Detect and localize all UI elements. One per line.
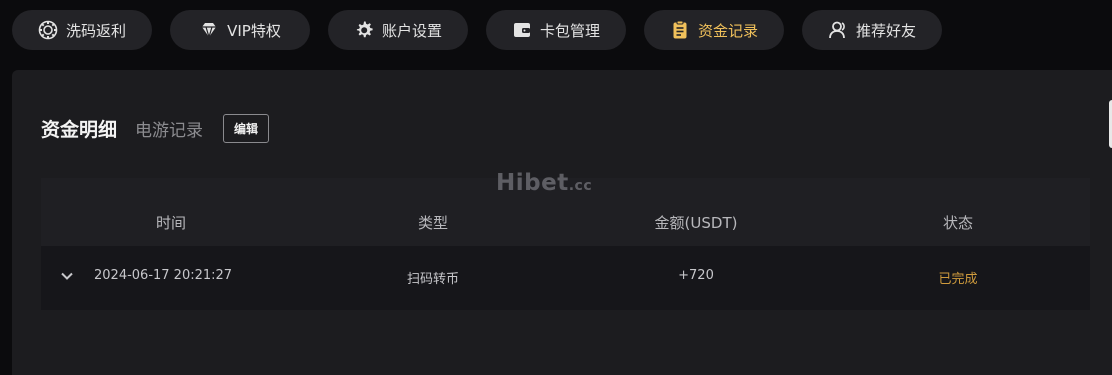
table-row[interactable]: 2024-06-17 20:21:27 扫码转币 +720 已完成 (41, 246, 1090, 310)
column-header-time: 时间 (155, 214, 187, 232)
watermark-logo: Hibet.cc (496, 170, 593, 196)
tab-label: 资金记录 (697, 21, 758, 40)
cell-amount: +720 (678, 268, 714, 283)
tab-rebate[interactable]: 洗码返利 (12, 10, 152, 50)
diamond-icon (199, 20, 219, 40)
status-badge: 已完成 (938, 272, 978, 287)
tab-fund-records[interactable]: 资金记录 (644, 10, 784, 50)
tab-label: 推荐好友 (855, 21, 916, 40)
edit-button[interactable]: 编辑 (223, 114, 270, 143)
cell-time: 2024-06-17 20:21:27 (94, 268, 233, 283)
tab-label: 卡包管理 (539, 21, 600, 40)
chip-icon (38, 20, 58, 40)
cell-type: 扫码转币 (406, 272, 460, 287)
tab-label: 账户设置 (381, 21, 442, 40)
tab-card-management[interactable]: 卡包管理 (486, 10, 626, 50)
wallet-icon (512, 20, 532, 40)
tab-label: 洗码返利 (65, 21, 126, 40)
clipboard-icon (670, 20, 690, 40)
tab-refer-friends[interactable]: 推荐好友 (802, 10, 942, 50)
top-tabs: 洗码返利 VIP特权 账户设置 卡包管理 资金记录 推荐好友 (12, 10, 942, 50)
tab-vip[interactable]: VIP特权 (170, 10, 310, 50)
column-header-status: 状态 (942, 214, 974, 232)
tab-account-settings[interactable]: 账户设置 (328, 10, 468, 50)
user-icon (828, 20, 848, 40)
column-header-type: 类型 (417, 214, 449, 232)
column-header-amount: 金额(USDT) (654, 214, 738, 232)
panel-heading: 资金明细 电游记录 编辑 (41, 114, 270, 143)
chevron-down-icon[interactable] (59, 268, 75, 284)
subtab-game-records[interactable]: 电游记录 (135, 116, 203, 141)
tab-label: VIP特权 (227, 21, 281, 40)
page-title[interactable]: 资金明细 (41, 115, 117, 142)
gear-icon (354, 20, 374, 40)
fund-records-panel: 资金明细 电游记录 编辑 时间 类型 金额(USDT) 状态 Hibet.cc … (12, 70, 1112, 375)
